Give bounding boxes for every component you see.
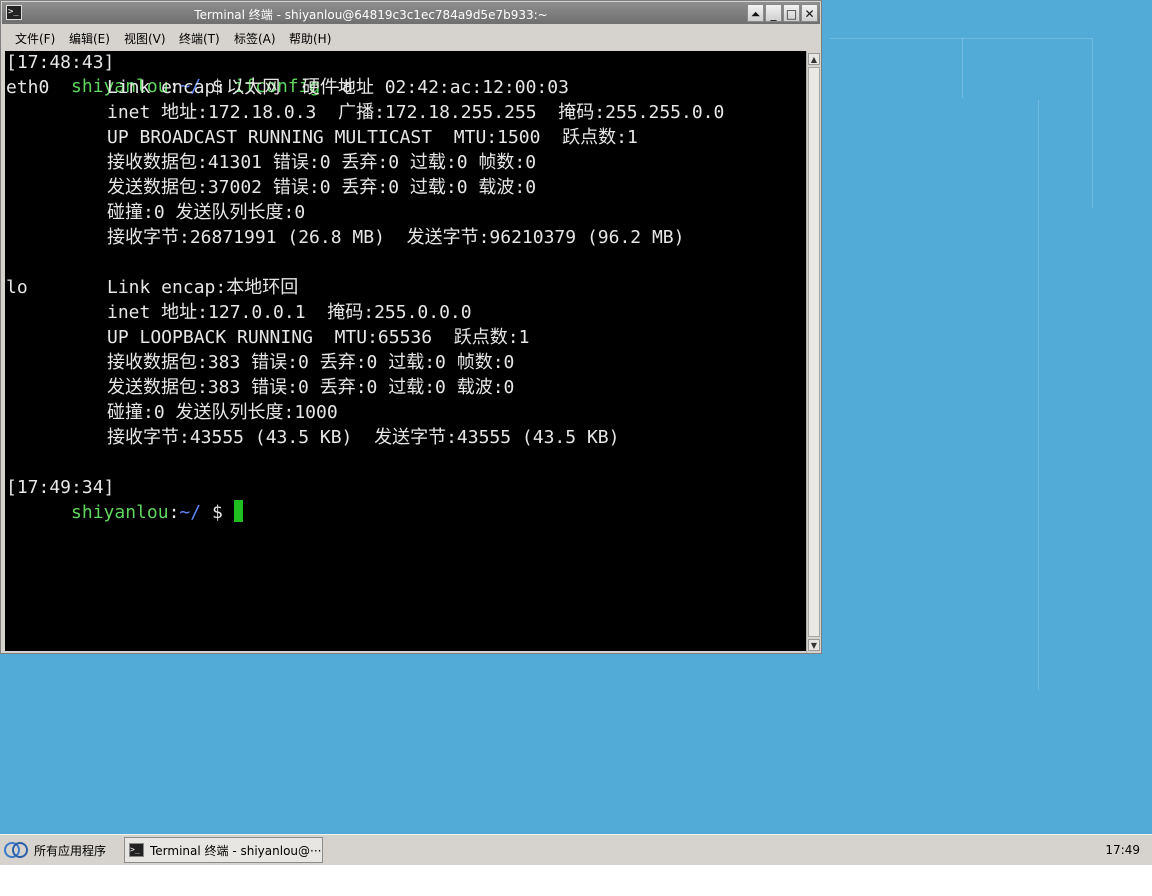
app-menu-icon xyxy=(4,842,28,858)
desktop-artifact xyxy=(830,38,1092,39)
scroll-down-icon[interactable]: ▼ xyxy=(808,639,820,651)
output-text: 发送数据包:37002 错误:0 丢弃:0 过载:0 载波:0 xyxy=(107,177,537,198)
output-text: 碰撞:0 发送队列长度:1000 xyxy=(107,402,338,423)
menu-terminal[interactable]: 终端(T) xyxy=(179,30,220,47)
prompt-timestamp: [17:49:34] xyxy=(6,477,115,498)
shade-window-button[interactable]: ⏶ xyxy=(747,4,764,22)
output-text: Link encap:本地环回 xyxy=(107,277,299,298)
vertical-scrollbar[interactable]: ▲ ▼ xyxy=(806,51,821,653)
maximize-button[interactable]: □ xyxy=(783,4,800,22)
prompt-path: ~/ xyxy=(179,502,202,523)
menu-edit[interactable]: 编辑(E) xyxy=(69,30,110,47)
prompt-symbol: $ xyxy=(201,502,234,523)
terminal-window[interactable]: >_ Terminal 终端 - shiyanlou@64819c3c1ec78… xyxy=(0,0,822,654)
menu-file[interactable]: 文件(F) xyxy=(15,30,55,47)
menu-bar: 文件(F) 编辑(E) 视图(V) 终端(T) 标签(A) 帮助(H) xyxy=(2,25,820,49)
screen-bottom-area xyxy=(0,865,1152,896)
menu-tabs[interactable]: 标签(A) xyxy=(234,30,276,47)
output-text: inet 地址:127.0.0.1 掩码:255.0.0.0 xyxy=(107,302,472,323)
output-text: 接收数据包:41301 错误:0 丢弃:0 过载:0 帧数:0 xyxy=(107,152,537,173)
output-text: inet 地址:172.18.0.3 广播:172.18.255.255 掩码:… xyxy=(107,102,725,123)
applications-menu-label: 所有应用程序 xyxy=(34,843,107,858)
output-line: eth0 Link encap:以太网 硬件地址 02:42:ac:12:00:0… xyxy=(6,76,569,100)
window-titlebar[interactable]: >_ Terminal 终端 - shiyanlou@64819c3c1ec78… xyxy=(2,2,820,24)
clock: 17:49 xyxy=(1105,843,1140,857)
output-text: 接收字节:43555 (43.5 KB) 发送字节:43555 (43.5 KB… xyxy=(107,427,620,448)
applications-menu-button[interactable]: 所有应用程序 xyxy=(4,838,106,862)
taskbar-window-button[interactable]: >_ Terminal 终端 - shiyanlou@··· xyxy=(124,837,323,863)
window-controls: ⏶ _ □ ✕ xyxy=(746,4,818,22)
close-button[interactable]: ✕ xyxy=(801,4,818,22)
scroll-up-icon[interactable]: ▲ xyxy=(808,53,820,65)
prompt-user: shiyanlou xyxy=(71,502,169,523)
menu-help[interactable]: 帮助(H) xyxy=(289,30,331,47)
window-title: Terminal 终端 - shiyanlou@64819c3c1ec784a9… xyxy=(194,8,548,22)
text-cursor xyxy=(233,500,243,522)
terminal-output[interactable]: shiyanlou:~/ $ ifconfig -a [17:48:43] et… xyxy=(5,51,806,651)
output-line: lo Link encap:本地环回 xyxy=(6,276,298,300)
desktop-artifact xyxy=(1092,38,1093,208)
desktop-artifact xyxy=(1038,100,1039,690)
interface-name: eth0 xyxy=(6,77,50,98)
output-text: UP BROADCAST RUNNING MULTICAST MTU:1500 … xyxy=(107,127,638,148)
output-text: 接收字节:26871991 (26.8 MB) 发送字节:96210379 (9… xyxy=(107,227,685,248)
menu-view[interactable]: 视图(V) xyxy=(124,30,166,47)
output-text: UP LOOPBACK RUNNING MTU:65536 跃点数:1 xyxy=(107,327,530,348)
prompt-timestamp: [17:48:43] xyxy=(6,52,115,73)
taskbar: 所有应用程序 >_ Terminal 终端 - shiyanlou@··· 17… xyxy=(0,834,1152,865)
output-text: 碰撞:0 发送队列长度:0 xyxy=(107,202,306,223)
terminal-icon: >_ xyxy=(129,843,144,857)
taskbar-window-label: Terminal 终端 - shiyanlou@··· xyxy=(150,843,322,858)
output-text: 接收数据包:383 错误:0 丢弃:0 过载:0 帧数:0 xyxy=(107,352,515,373)
minimize-button[interactable]: _ xyxy=(765,4,782,22)
output-text: Link encap:以太网 硬件地址 02:42:ac:12:00:03 xyxy=(107,77,569,98)
desktop-artifact xyxy=(962,38,963,98)
interface-name: lo xyxy=(6,277,28,298)
output-text: 发送数据包:383 错误:0 丢弃:0 过载:0 载波:0 xyxy=(107,377,515,398)
scroll-thumb[interactable] xyxy=(808,67,820,637)
